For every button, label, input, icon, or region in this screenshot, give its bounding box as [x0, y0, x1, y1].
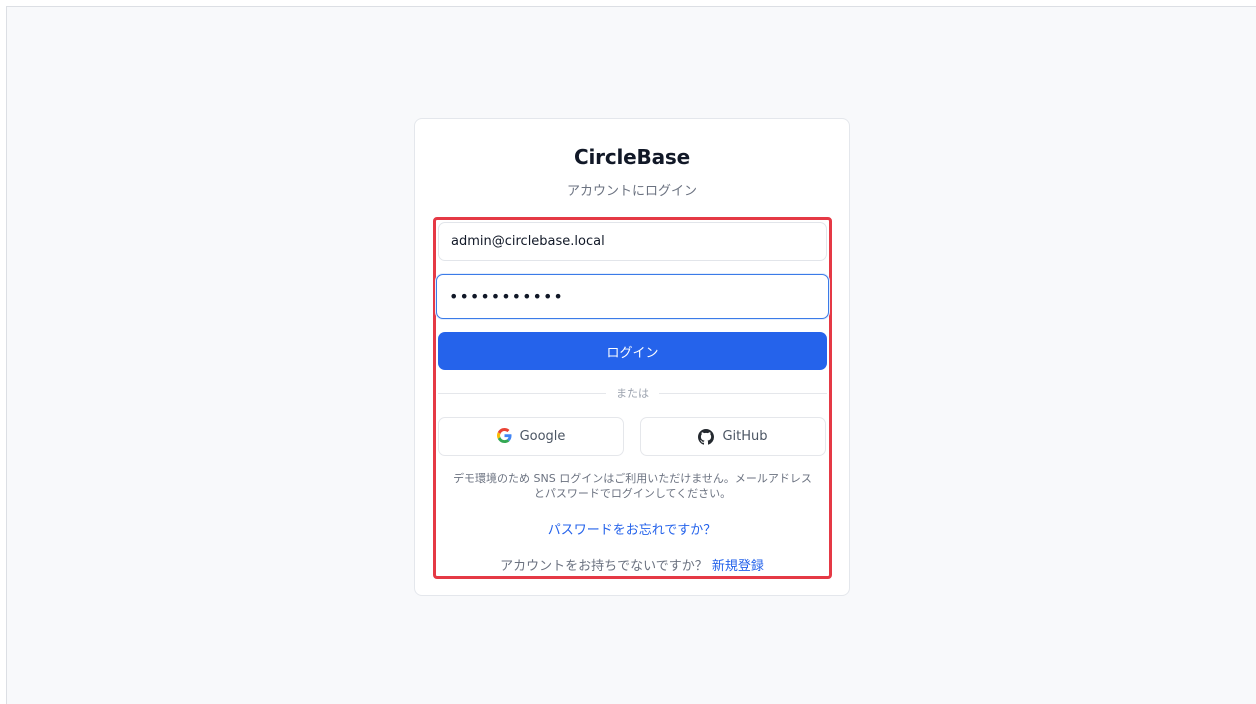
- divider-label: または: [616, 387, 649, 400]
- notice-line-2: とパスワードでログインしてください。: [533, 487, 732, 500]
- or-divider: または: [438, 385, 827, 401]
- password-input[interactable]: •••••••••••: [436, 274, 829, 319]
- divider-line-left: [438, 392, 606, 394]
- github-login-button[interactable]: GitHub: [640, 417, 826, 456]
- github-label: GitHub: [722, 429, 768, 444]
- github-icon: [698, 428, 715, 445]
- sns-notice: デモ環境のため SNS ログインはご利用いただけません。メールアドレス とパスワ…: [438, 471, 827, 501]
- login-button-label: ログイン: [606, 345, 659, 361]
- divider-line-right: [659, 392, 827, 394]
- email-input[interactable]: admin@circlebase.local: [438, 222, 827, 261]
- login-card: CircleBase アカウントにログイン admin@circlebase.l…: [414, 118, 850, 596]
- google-label: Google: [519, 429, 566, 444]
- login-button[interactable]: ログイン: [438, 332, 827, 370]
- email-value: admin@circlebase.local: [451, 234, 605, 249]
- signup-link[interactable]: 新規登録: [712, 559, 764, 574]
- google-icon: [496, 427, 512, 446]
- forgot-password-link[interactable]: パスワードをお忘れですか？: [548, 523, 717, 538]
- no-account-text: アカウントをお持ちでないですか？: [500, 559, 708, 574]
- password-value: •••••••••••: [449, 287, 564, 306]
- google-login-button[interactable]: Google: [438, 417, 624, 456]
- login-subtitle: アカウントにログイン: [566, 184, 697, 199]
- notice-line-1: デモ環境のため SNS ログインはご利用いただけません。メールアドレス: [453, 472, 812, 485]
- brand-title: CircleBase: [574, 145, 690, 169]
- signup-prompt: アカウントをお持ちでないですか？ 新規登録: [415, 555, 849, 574]
- forgot-password-link-wrap: パスワードをお忘れですか？: [415, 519, 849, 538]
- page-background: CircleBase アカウントにログイン admin@circlebase.l…: [6, 6, 1256, 704]
